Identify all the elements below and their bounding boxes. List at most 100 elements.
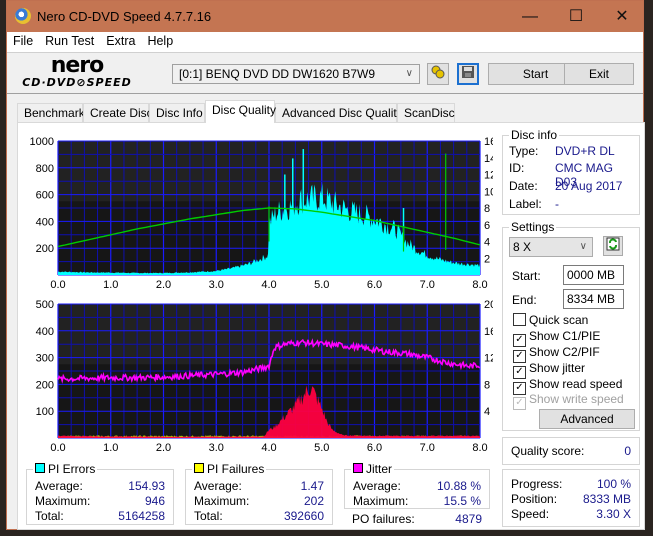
y-left-tick-label: 400 — [36, 216, 54, 228]
settings-group: Settings 8 X ∨ Start: 0000 MB End: 8334 … — [502, 220, 640, 431]
menu-file[interactable]: File — [7, 32, 39, 50]
disc-date-row: Date: 20 Aug 2017 — [509, 179, 631, 195]
settings-title: Settings — [509, 220, 557, 234]
pi-errors-total-row: Total: 5164258 — [35, 509, 165, 525]
y-right-tick-label: 4 — [484, 237, 490, 249]
menu-extra[interactable]: Extra — [100, 32, 141, 50]
y-left-tick-label: 1000 — [30, 136, 54, 148]
x-tick-label: 4.0 — [261, 279, 276, 291]
drive-info-button[interactable] — [427, 63, 449, 85]
app-icon — [15, 8, 31, 24]
disc-date-value: 20 Aug 2017 — [555, 179, 623, 193]
maximize-button[interactable]: ☐ — [553, 1, 599, 32]
y-left-tick-label: 200 — [36, 243, 54, 255]
app-window: Nero CD-DVD Speed 4.7.7.16 — ☐ ✕ File Run… — [6, 0, 645, 530]
x-tick-label: 0.0 — [50, 279, 65, 291]
y-right-tick-label: 12 — [484, 170, 493, 182]
speed-select[interactable]: 8 X ∨ — [509, 237, 593, 257]
disc-type-value: DVD+R DL — [555, 144, 615, 158]
drive-select[interactable]: [0:1] BENQ DVD DD DW1620 B7W9 ∨ — [172, 64, 420, 84]
jitter-swatch — [353, 463, 363, 473]
tab-disc-quality[interactable]: Disc Quality — [205, 100, 276, 123]
x-tick-label: 2.0 — [156, 442, 171, 454]
toolbar: nero CD·DVD⊘SPEED [0:1] BENQ DVD DD DW16… — [7, 52, 643, 94]
show-jitter-checkbox[interactable]: ✓ Show jitter — [513, 361, 585, 379]
show-c2-pif-label: Show C2/PIF — [529, 345, 600, 359]
pi-failures-swatch — [194, 463, 204, 473]
show-c1-pie-checkbox[interactable]: ✓ Show C1/PIE — [513, 329, 600, 347]
y-right-tick-label: 4 — [484, 406, 490, 418]
start-input[interactable]: 0000 MB — [563, 265, 624, 285]
tab-disc-info[interactable]: Disc Info — [149, 103, 205, 123]
pi-failures-group: PI Failures Average: 1.47 Maximum: 202 Tot… — [185, 462, 333, 525]
y-left-tick-label: 800 — [36, 163, 54, 175]
x-tick-label: 7.0 — [420, 442, 435, 454]
disc-label-label: Label: — [509, 197, 542, 211]
pi-errors-maximum-label: Maximum: — [35, 494, 91, 508]
exit-button[interactable]: Exit — [564, 63, 634, 85]
show-c2-pif-checkbox[interactable]: ✓ Show C2/PIF — [513, 345, 600, 363]
pi-errors-average-row: Average: 154.93 — [35, 479, 165, 495]
pi-failures-average-label: Average: — [194, 479, 242, 493]
menu-run-test[interactable]: Run Test — [39, 32, 100, 50]
y-right-tick-label: 8 — [484, 379, 490, 391]
quality-score-group: Quality score: 0 — [502, 437, 640, 465]
chevron-down-icon: ∨ — [579, 241, 587, 252]
pi-failures-total-row: Total: 392660 — [194, 509, 324, 525]
tab-create-disc[interactable]: Create Disc — [83, 103, 153, 123]
nero-logo: nero CD·DVD⊘SPEED — [17, 55, 137, 90]
disc-type-label: Type: — [509, 144, 539, 158]
jitter-average-value: 10.88 % — [436, 479, 481, 493]
x-tick-label: 0.0 — [50, 442, 65, 454]
menu-help[interactable]: Help — [141, 32, 179, 50]
jitter-title: Jitter — [366, 462, 393, 476]
save-button[interactable] — [457, 63, 479, 85]
pi-failures-jitter-chart: 0.0 1.0 2.0 3.0 4.0 5.0 6.0 7.0 8.0 500 400 300 200 1… — [36, 299, 493, 454]
disc-label-value: - — [555, 197, 559, 211]
y-left-tick-label: 500 — [36, 299, 54, 311]
x-tick-label: 1.0 — [103, 279, 118, 291]
disc-info-title: Disc info — [509, 128, 560, 142]
title-bar[interactable]: Nero CD-DVD Speed 4.7.7.16 — ☐ ✕ — [7, 1, 643, 32]
y-right-tick-label: 16 — [484, 326, 493, 338]
x-tick-label: 6.0 — [367, 442, 382, 454]
minimize-button[interactable]: — — [507, 1, 553, 32]
jitter-maximum-row: Maximum: 15.5 % — [353, 494, 481, 510]
tab-advanced-disc-quality[interactable]: Advanced Disc Quality — [275, 103, 403, 123]
quick-scan-label: Quick scan — [529, 313, 589, 327]
disc-chain-icon — [431, 65, 445, 79]
speed-value: 3.30 X — [596, 507, 631, 521]
pi-errors-total-value: 5164258 — [118, 509, 165, 523]
pi-errors-swatch — [35, 463, 45, 473]
y-right-tick-label: 14 — [484, 153, 493, 165]
close-button[interactable]: ✕ — [599, 1, 645, 32]
pi-failures-maximum-row: Maximum: 202 — [194, 494, 324, 510]
pi-failures-title: PI Failures — [207, 462, 265, 476]
pi-errors-total-label: Total: — [35, 509, 64, 523]
show-read-speed-checkbox[interactable]: ✓ Show read speed — [513, 377, 622, 395]
advanced-button[interactable]: Advanced — [539, 409, 635, 429]
progress-group: Progress: 100 % Position: 8333 MB Speed: 3.… — [502, 469, 640, 527]
y-left-tick-label: 200 — [36, 379, 54, 391]
quick-scan-checkbox[interactable]: Quick scan — [513, 313, 588, 329]
check-icon: ✓ — [513, 397, 526, 410]
x-tick-label: 3.0 — [209, 442, 224, 454]
progress-label: Progress: — [511, 477, 563, 491]
x-tick-label: 3.0 — [209, 279, 224, 291]
tab-benchmark[interactable]: Benchmark — [17, 103, 85, 123]
y-right-tick-label: 16 — [484, 136, 493, 148]
refresh-button[interactable] — [603, 236, 623, 256]
x-tick-label: 6.0 — [367, 279, 382, 291]
floppy-disk-icon — [462, 66, 474, 78]
y-right-tick-label: 2 — [484, 253, 490, 265]
jitter-average-label: Average: — [353, 479, 401, 493]
end-input[interactable]: 8334 MB — [563, 289, 624, 309]
pi-errors-group: PI Errors Average: 154.93 Maximum: 946 Tot… — [26, 462, 174, 525]
logo-speed-text: CD·DVD⊘SPEED — [22, 76, 132, 89]
jitter-average-row: Average: 10.88 % — [353, 479, 481, 495]
tab-scandisc[interactable]: ScanDisc — [397, 103, 455, 123]
x-tick-label: 1.0 — [103, 442, 118, 454]
po-failures-row: PO failures: 4879 — [352, 512, 482, 528]
disc-date-label: Date: — [509, 179, 538, 193]
x-tick-label: 5.0 — [314, 442, 329, 454]
